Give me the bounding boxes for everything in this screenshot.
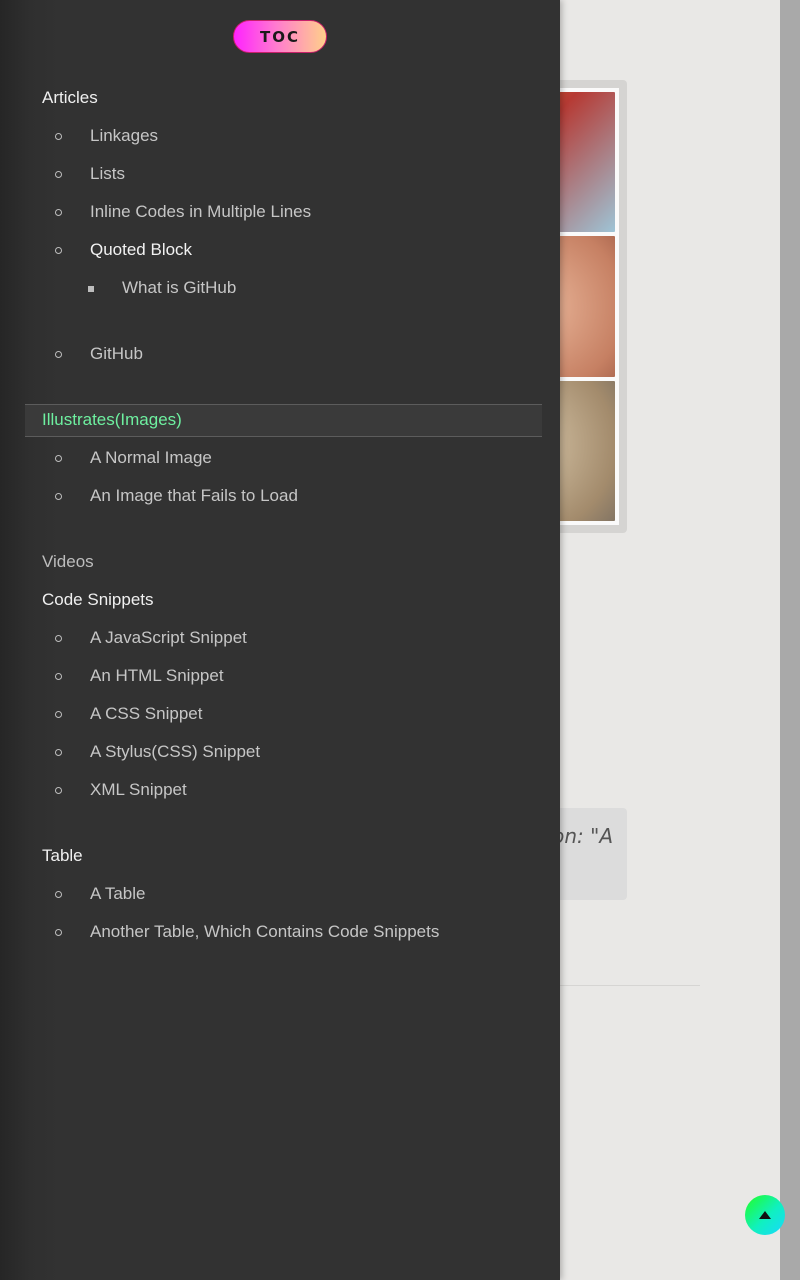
bullet-circle-icon <box>55 711 62 718</box>
toc-item-css-snippet[interactable]: A CSS Snippet <box>90 704 202 724</box>
bullet-circle-icon <box>55 209 62 216</box>
bullet-circle-icon <box>55 929 62 936</box>
toc-badge[interactable]: TOC <box>233 20 327 53</box>
quote-text: on: "A <box>552 824 613 848</box>
toc-item-linkages[interactable]: Linkages <box>90 126 158 146</box>
bullet-circle-icon <box>55 247 62 254</box>
toc-item-what-is-github[interactable]: What is GitHub <box>122 278 236 298</box>
toc-section-videos[interactable]: Videos <box>42 552 94 572</box>
toc-section-illustrates[interactable]: Illustrates(Images) <box>42 410 182 430</box>
toc-section-table[interactable]: Table <box>42 846 83 866</box>
toc-item-quoted-block[interactable]: Quoted Block <box>90 240 192 260</box>
toc-item-js-snippet[interactable]: A JavaScript Snippet <box>90 628 247 648</box>
toc-item-a-table[interactable]: A Table <box>90 884 145 904</box>
bullet-square-icon <box>88 286 94 292</box>
bullet-circle-icon <box>55 635 62 642</box>
toc-item-lists[interactable]: Lists <box>90 164 125 184</box>
arrow-up-icon <box>759 1211 771 1219</box>
bullet-circle-icon <box>55 351 62 358</box>
bullet-circle-icon <box>55 787 62 794</box>
toc-section-code-snippets[interactable]: Code Snippets <box>42 590 154 610</box>
toc-drawer: TOC Articles Linkages Lists Inline Codes… <box>0 0 560 1280</box>
toc-item-another-table[interactable]: Another Table, Which Contains Code Snipp… <box>90 922 439 942</box>
bullet-circle-icon <box>55 455 62 462</box>
back-to-top-button[interactable] <box>745 1195 785 1235</box>
bullet-circle-icon <box>55 133 62 140</box>
bullet-circle-icon <box>55 673 62 680</box>
bullet-circle-icon <box>55 891 62 898</box>
toc-item-image-fails[interactable]: An Image that Fails to Load <box>90 486 298 506</box>
bullet-circle-icon <box>55 749 62 756</box>
toc-item-xml-snippet[interactable]: XML Snippet <box>90 780 187 800</box>
toc-item-github[interactable]: GitHub <box>90 344 143 364</box>
bullet-circle-icon <box>55 493 62 500</box>
scrollbar[interactable] <box>780 0 800 1280</box>
toc-section-articles[interactable]: Articles <box>42 88 98 108</box>
toc-item-normal-image[interactable]: A Normal Image <box>90 448 212 468</box>
toc-item-html-snippet[interactable]: An HTML Snippet <box>90 666 224 686</box>
toc-item-inline-codes[interactable]: Inline Codes in Multiple Lines <box>90 202 311 222</box>
bullet-circle-icon <box>55 171 62 178</box>
toc-item-stylus-snippet[interactable]: A Stylus(CSS) Snippet <box>90 742 260 762</box>
